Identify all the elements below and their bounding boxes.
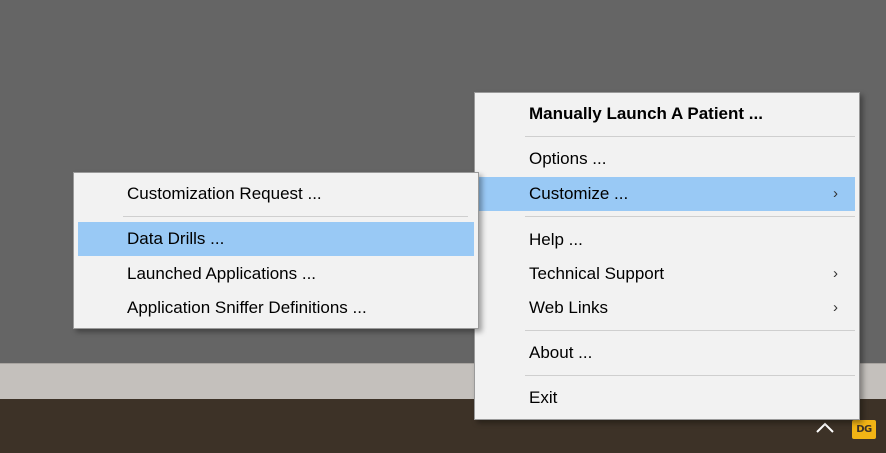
menu-separator bbox=[123, 216, 468, 217]
menu-item-label: Options ... bbox=[529, 149, 607, 168]
menu-item-label: Data Drills ... bbox=[127, 229, 225, 248]
chevron-right-icon: › bbox=[833, 265, 838, 282]
menu-item-manually-launch-patient[interactable]: Manually Launch A Patient ... bbox=[479, 97, 855, 131]
menu-item-options[interactable]: Options ... bbox=[479, 142, 855, 176]
tray-app-icon[interactable]: DG bbox=[852, 420, 876, 439]
menu-separator bbox=[525, 216, 855, 217]
submenu-item-application-sniffer-definitions[interactable]: Application Sniffer Definitions ... bbox=[78, 291, 474, 325]
menu-item-help[interactable]: Help ... bbox=[479, 223, 855, 257]
menu-item-label: About ... bbox=[529, 343, 593, 362]
menu-item-about[interactable]: About ... bbox=[479, 336, 855, 370]
menu-item-web-links[interactable]: Web Links › bbox=[479, 291, 855, 325]
customize-submenu: Customization Request ... Data Drills ..… bbox=[73, 172, 479, 329]
menu-item-technical-support[interactable]: Technical Support › bbox=[479, 257, 855, 291]
menu-item-label: Help ... bbox=[529, 230, 583, 249]
submenu-item-launched-applications[interactable]: Launched Applications ... bbox=[78, 257, 474, 291]
menu-item-exit[interactable]: Exit bbox=[479, 381, 855, 415]
menu-item-customize[interactable]: Customize ... › bbox=[479, 177, 855, 211]
menu-item-label: Customization Request ... bbox=[127, 184, 322, 203]
submenu-item-customization-request[interactable]: Customization Request ... bbox=[78, 177, 474, 211]
menu-item-label: Exit bbox=[529, 388, 558, 407]
menu-item-label: Manually Launch A Patient ... bbox=[529, 104, 763, 123]
chevron-right-icon: › bbox=[833, 299, 838, 316]
menu-separator bbox=[525, 330, 855, 331]
submenu-item-data-drills[interactable]: Data Drills ... bbox=[78, 222, 474, 256]
menu-item-label: Technical Support bbox=[529, 264, 665, 283]
chevron-up-icon[interactable] bbox=[813, 418, 837, 438]
menu-separator bbox=[525, 136, 855, 137]
menu-item-label: Customize ... bbox=[529, 184, 629, 203]
menu-item-label: Web Links bbox=[529, 298, 609, 317]
menu-separator bbox=[525, 375, 855, 376]
menu-item-label: Launched Applications ... bbox=[127, 264, 317, 283]
context-menu: Manually Launch A Patient ... Options ..… bbox=[474, 92, 860, 420]
chevron-right-icon: › bbox=[833, 185, 838, 202]
menu-item-label: Application Sniffer Definitions ... bbox=[127, 298, 367, 317]
